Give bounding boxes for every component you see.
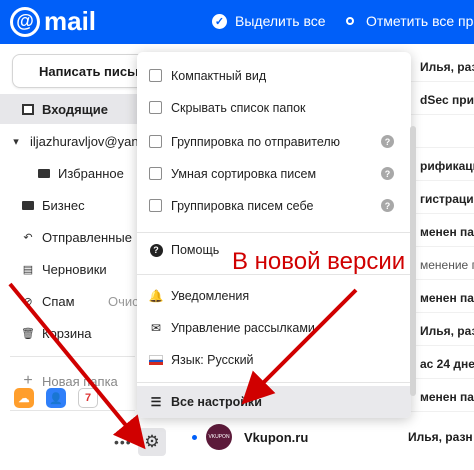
table-row[interactable]: VKUPON Vkupon.ru Илья, разн (140, 420, 474, 454)
menu-divider (137, 382, 411, 383)
new-folder-label: Новая папка (42, 373, 118, 389)
help-icon[interactable]: ? (381, 135, 394, 148)
logo-text: mail (44, 6, 97, 36)
menu-item-label: Язык: Русский (171, 353, 254, 367)
menu-item-label: Уведомления (171, 289, 250, 303)
sidebar-divider (10, 356, 135, 357)
sidebar-item-label: Входящие (42, 101, 108, 117)
chevron-down-icon: ▾ (13, 135, 19, 148)
checkbox[interactable] (149, 69, 162, 82)
list-item[interactable]: dSec при (406, 85, 474, 115)
mail-logo[interactable]: @ mail (10, 6, 96, 37)
more-icon[interactable]: ••• (114, 434, 132, 450)
menu-item-compact-view[interactable]: Компактный вид (137, 60, 411, 92)
reply-icon: ↶ (23, 231, 33, 244)
top-bar: @ mail ✓ Выделить все Отметить все прочи (0, 0, 474, 44)
at-logo-icon: @ (10, 6, 40, 37)
settings-menu: Компактный вид Скрывать список папок Гру… (137, 52, 411, 418)
list-item[interactable]: Илья, раз (406, 52, 474, 82)
list-item[interactable]: менен пар (406, 217, 474, 247)
sidebar-item-label: Черновики (42, 261, 107, 277)
menu-item-label: Группировка писем себе (171, 199, 314, 213)
spam-icon: ⊘ (23, 295, 33, 308)
unread-dot-icon (192, 435, 197, 440)
list-item[interactable]: ас 24 дне (406, 349, 474, 379)
unread-dot-icon (346, 17, 354, 25)
sidebar-item-label: Спам (42, 293, 75, 309)
checkbox[interactable] (149, 167, 162, 180)
mail-list: Илья, раз dSec при рификаци гистрации ме… (406, 44, 474, 470)
sidebar-item-label: Корзина (42, 325, 92, 341)
menu-item-smart-sort[interactable]: Умная сортировка писем ? (137, 158, 411, 190)
sidebar-item-account[interactable]: ▾ iljazhuravljov@yan (0, 126, 140, 156)
menu-item-label: Все настройки (171, 395, 262, 409)
app-shortcuts: ☁ 👤 7 (14, 388, 98, 408)
plus-icon: + (23, 372, 33, 389)
menu-item-group-by-sender[interactable]: Группировка по отправителю ? (137, 126, 411, 158)
sidebar-divider (10, 410, 135, 411)
folder-icon (38, 167, 50, 179)
gear-icon: ⚙ (144, 432, 160, 451)
check-circle-icon: ✓ (212, 13, 227, 29)
sidebar-item-business[interactable]: Бизнес (0, 190, 140, 220)
menu-divider (137, 232, 411, 233)
sidebar-item-label: iljazhuravljov@yan (30, 133, 139, 149)
mark-all-read-button[interactable]: Отметить все прочи (346, 13, 474, 29)
menu-item-hide-folders[interactable]: Скрывать список папок (137, 92, 411, 124)
select-all-button[interactable]: ✓ Выделить все (212, 13, 326, 29)
menu-item-label: Компактный вид (171, 69, 267, 83)
annotation-text: В новой версии (232, 248, 406, 275)
sender-avatar: VKUPON (206, 424, 232, 450)
list-item[interactable]: Илья, раз (406, 316, 474, 346)
list-item[interactable]: гистрации (406, 184, 474, 214)
mail-settings-icon: ✉ (150, 321, 162, 335)
menu-item-label: Помощь (171, 243, 220, 257)
menu-item-subscriptions[interactable]: ✉ Управление рассылками (137, 312, 411, 344)
checkbox[interactable] (149, 199, 162, 212)
checkbox[interactable] (149, 101, 162, 114)
calendar-app-icon[interactable]: 7 (78, 388, 98, 408)
list-item[interactable]: менение п (406, 250, 474, 280)
menu-item-notifications[interactable]: 🔔 Уведомления (137, 280, 411, 312)
sidebar-item-label: Отправленные (42, 229, 132, 245)
sidebar-item-trash[interactable]: 🗑 Корзина (0, 318, 140, 348)
sidebar-item-label: Избранное (58, 165, 124, 181)
sender-name: Vkupon.ru (244, 430, 309, 445)
folder-icon (22, 199, 34, 211)
help-icon[interactable]: ? (381, 167, 394, 180)
menu-item-all-settings[interactable]: ☰ Все настройки (137, 386, 411, 418)
list-item[interactable] (406, 118, 474, 148)
sidebar-item-sent[interactable]: ↶ Отправленные (0, 222, 140, 252)
settings-gear-button[interactable]: ⚙ (138, 428, 166, 456)
list-item[interactable]: менен пар (406, 283, 474, 313)
select-all-label: Выделить все (235, 13, 326, 29)
sidebar-item-label: Бизнес (42, 197, 85, 213)
inbox-icon (22, 103, 34, 115)
scrollbar[interactable] (410, 126, 416, 396)
menu-item-group-self[interactable]: Группировка писем себе ? (137, 190, 411, 222)
menu-item-label: Скрывать список папок (171, 101, 306, 115)
checkbox[interactable] (149, 135, 162, 148)
contacts-app-icon[interactable]: 👤 (46, 388, 66, 408)
menu-item-language[interactable]: Язык: Русский (137, 344, 411, 376)
sidebar-item-inbox[interactable]: Входящие (0, 94, 140, 124)
question-circle-icon: ? (149, 243, 163, 257)
bell-icon: 🔔 (148, 289, 164, 303)
sidebar-item-favorites[interactable]: Избранное (0, 158, 140, 188)
menu-item-label: Умная сортировка писем (171, 167, 317, 181)
help-icon[interactable]: ? (381, 199, 394, 212)
sidebar-item-drafts[interactable]: ▤ Черновики (0, 254, 140, 284)
draft-icon: ▤ (22, 263, 34, 276)
mark-all-read-label: Отметить все прочи (366, 13, 474, 29)
sidebar-item-spam[interactable]: ⊘ Спам Очист (0, 286, 144, 316)
menu-item-label: Группировка по отправителю (171, 135, 341, 149)
mail-preview: Илья, разн (408, 430, 473, 444)
russian-flag-icon (149, 353, 163, 367)
list-item[interactable]: рификаци (406, 151, 474, 181)
menu-lines-icon: ☰ (150, 395, 162, 409)
list-item[interactable]: менен пар (406, 382, 474, 412)
cloud-app-icon[interactable]: ☁ (14, 388, 34, 408)
trash-icon: 🗑 (21, 327, 35, 340)
menu-item-label: Управление рассылками (171, 321, 315, 335)
